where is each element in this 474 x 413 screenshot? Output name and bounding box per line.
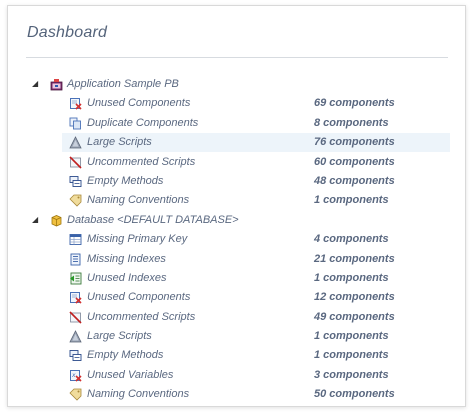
large-scripts-icon	[69, 330, 82, 343]
tree-item-large-scripts-db[interactable]: Large Scripts 1 components	[8, 327, 465, 346]
title-divider	[26, 57, 448, 58]
item-label: Empty Methods	[87, 174, 164, 187]
item-count: 1 components	[314, 349, 389, 362]
uncommented-scripts-icon	[69, 311, 82, 324]
item-label: Empty Methods	[87, 349, 164, 362]
tree-item-uncommented-scripts[interactable]: Uncommented Scripts 60 components	[8, 153, 465, 172]
item-count: 60 components	[314, 155, 395, 168]
item-count: 69 components	[314, 97, 395, 110]
empty-methods-icon	[69, 349, 82, 362]
uncommented-scripts-icon	[69, 155, 82, 169]
tree-item-large-scripts[interactable]: Large Scripts 76 components	[8, 133, 465, 153]
item-count: 1 components	[314, 271, 389, 284]
dashboard-panel: Dashboard ◢ Application Sample PB Unused…	[7, 5, 466, 407]
tree-item-duplicate-components[interactable]: Duplicate Components 8 components	[8, 114, 465, 133]
tree-item-naming-conventions-db[interactable]: Naming Conventions 50 components	[8, 385, 465, 404]
group-label: Database <DEFAULT DATABASE>	[67, 213, 239, 226]
unused-components-icon	[69, 291, 82, 304]
item-count: 50 components	[314, 388, 395, 401]
item-label: Naming Conventions	[87, 194, 190, 207]
item-label: Duplicate Components	[87, 116, 199, 129]
tree-item-naming-conventions[interactable]: Naming Conventions 1 components	[8, 191, 465, 210]
missing-primary-key-icon	[69, 233, 82, 246]
naming-conventions-icon	[69, 194, 82, 207]
item-count: 49 components	[314, 310, 395, 323]
tree-item-missing-primary-key[interactable]: Missing Primary Key 4 components	[8, 230, 465, 249]
tree-item-unused-variables[interactable]: x Unused Variables 3 components	[8, 366, 465, 385]
database-icon	[50, 214, 63, 227]
item-label: Unused Components	[87, 97, 191, 110]
item-label: Missing Primary Key	[87, 233, 188, 246]
tree-group-application[interactable]: ◢ Application Sample PB	[8, 75, 465, 94]
item-label: Naming Conventions	[87, 388, 190, 401]
item-label: Unused Components	[87, 291, 191, 304]
item-count: 1 components	[314, 330, 389, 343]
item-count: 1 components	[314, 194, 389, 207]
tree-item-unused-components-db[interactable]: Unused Components 12 components	[8, 288, 465, 307]
large-scripts-icon	[69, 136, 82, 149]
tree-item-unused-indexes[interactable]: Unused Indexes 1 components	[8, 269, 465, 288]
item-count: 48 components	[314, 174, 395, 187]
item-label: Large Scripts	[87, 330, 152, 343]
item-count: 76 components	[314, 136, 395, 149]
item-label: Uncommented Scripts	[87, 310, 196, 323]
tree-item-missing-indexes[interactable]: Missing Indexes 21 components	[8, 250, 465, 269]
tree-item-empty-methods[interactable]: Empty Methods 48 components	[8, 172, 465, 191]
item-count: 12 components	[314, 291, 395, 304]
unused-components-icon	[69, 97, 82, 110]
item-count: 21 components	[314, 252, 395, 265]
group-label: Application Sample PB	[67, 78, 179, 90]
empty-methods-icon	[69, 175, 82, 188]
item-label: Unused Variables	[87, 368, 174, 381]
item-label: Unused Indexes	[87, 271, 167, 284]
tree-group-database[interactable]: ◢ Database <DEFAULT DATABASE>	[8, 211, 465, 230]
application-icon	[50, 78, 63, 91]
item-label: Uncommented Scripts	[87, 155, 196, 168]
tree-item-empty-methods-db[interactable]: Empty Methods 1 components	[8, 346, 465, 365]
item-label: Large Scripts	[87, 136, 152, 149]
tree-item-unused-components[interactable]: Unused Components 69 components	[8, 94, 465, 113]
svg-text:x: x	[71, 372, 76, 379]
item-count: 4 components	[314, 233, 389, 246]
item-count: 3 components	[314, 368, 389, 381]
unused-indexes-icon	[69, 272, 82, 285]
item-count: 8 components	[314, 116, 389, 129]
unused-variables-icon: x	[69, 369, 82, 382]
naming-conventions-icon	[69, 388, 82, 401]
tree-item-uncommented-scripts-db[interactable]: Uncommented Scripts 49 components	[8, 308, 465, 327]
item-label: Missing Indexes	[87, 252, 166, 265]
collapse-toggle-icon[interactable]: ◢	[32, 215, 38, 224]
collapse-toggle-icon[interactable]: ◢	[32, 79, 38, 88]
missing-indexes-icon	[69, 253, 82, 266]
dashboard-tree: ◢ Application Sample PB Unused Component…	[8, 75, 465, 405]
duplicate-components-icon	[69, 117, 82, 130]
dashboard-title: Dashboard	[27, 24, 108, 41]
